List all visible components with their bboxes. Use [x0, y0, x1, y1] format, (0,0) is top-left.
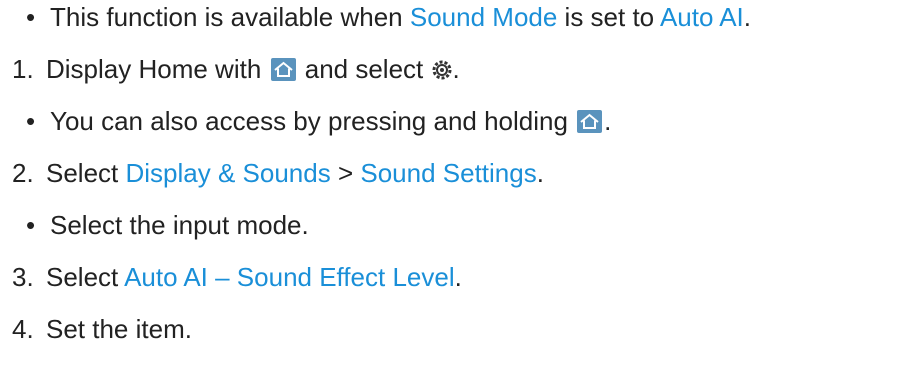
- text: This function is available when: [50, 2, 410, 32]
- link-auto-ai-sound-effect-level[interactable]: Auto AI – Sound Effect Level: [124, 262, 455, 292]
- link-display-sounds[interactable]: Display & Sounds: [126, 158, 331, 188]
- link-sound-settings[interactable]: Sound Settings: [360, 158, 536, 188]
- bullet: •: [26, 210, 36, 240]
- step-number: 3.: [12, 262, 34, 292]
- text: .: [536, 158, 544, 188]
- note-available-when: • This function is available when Sound M…: [26, 2, 751, 32]
- text: Set the item.: [46, 314, 192, 344]
- step-2: 2. Select Display & Sounds > Sound Settin…: [12, 158, 544, 188]
- text: and select: [297, 54, 431, 84]
- note-press-and-hold: • You can also access by pressing and hol…: [26, 106, 611, 136]
- help-document: • This function is available when Sound M…: [0, 0, 920, 379]
- text: .: [454, 262, 462, 292]
- step-number: 4.: [12, 314, 34, 344]
- link-sound-mode[interactable]: Sound Mode: [410, 2, 557, 32]
- step-4: 4. Set the item.: [12, 314, 192, 344]
- step-3: 3. Select Auto AI – Sound Effect Level.: [12, 262, 462, 292]
- home-button-icon: [270, 57, 296, 81]
- text: Select the input mode.: [50, 210, 309, 240]
- step-number: 2.: [12, 158, 34, 188]
- text: Select: [46, 158, 126, 188]
- step-1: 1. Display Home with and select .: [12, 54, 460, 84]
- text: is set to: [557, 2, 660, 32]
- bullet: •: [26, 106, 36, 136]
- text: Select: [46, 262, 125, 292]
- step-number: 1.: [12, 54, 34, 84]
- note-input-mode: • Select the input mode.: [26, 210, 309, 240]
- text: .: [604, 106, 612, 136]
- settings-gear-icon: [432, 56, 452, 80]
- text: >: [330, 158, 361, 188]
- home-button-icon: [577, 109, 603, 133]
- text: .: [743, 2, 752, 32]
- bullet: •: [26, 2, 36, 32]
- text: Display Home with: [46, 54, 269, 84]
- link-auto-ai[interactable]: Auto AI: [660, 2, 744, 32]
- text: You can also access by pressing and hold…: [50, 106, 576, 136]
- text: .: [452, 54, 460, 84]
